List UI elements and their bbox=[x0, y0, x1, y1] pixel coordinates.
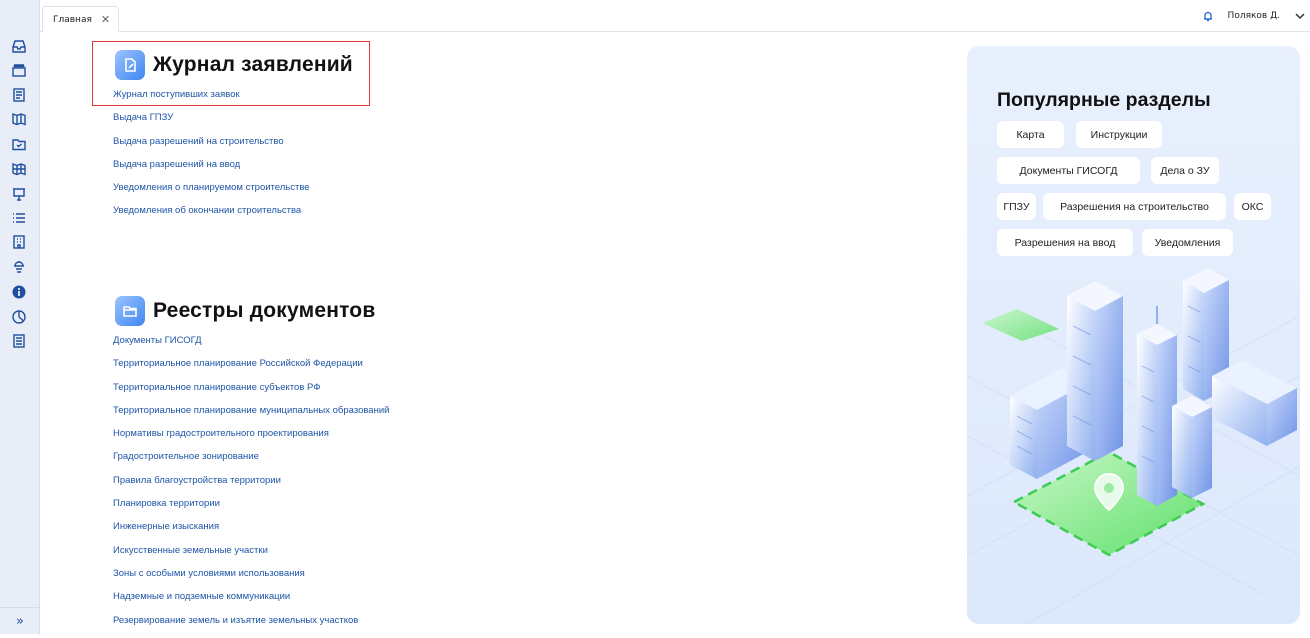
engineering-icon[interactable] bbox=[10, 258, 27, 275]
map-grid-icon[interactable] bbox=[10, 160, 27, 177]
chip-land-cases[interactable]: Дела о ЗУ bbox=[1151, 157, 1219, 184]
registry-link[interactable]: Нормативы градостроительного проектирова… bbox=[113, 428, 389, 451]
sidebar: » bbox=[0, 0, 40, 634]
registry-link[interactable]: Инженерные изыскания bbox=[113, 521, 389, 544]
registry-link[interactable]: Надземные и подземные коммуникации bbox=[113, 591, 389, 614]
presentation-icon[interactable] bbox=[10, 185, 27, 202]
popular-panel: Популярные разделы Карта Инструкции Доку… bbox=[967, 46, 1300, 624]
registry-link[interactable]: Планировка территории bbox=[113, 498, 389, 521]
bell-icon[interactable] bbox=[1202, 10, 1214, 22]
registry-link[interactable]: Документы ГИСОГД bbox=[113, 335, 389, 358]
chip-map[interactable]: Карта bbox=[997, 121, 1064, 148]
popular-title: Популярные разделы bbox=[997, 89, 1211, 111]
registry-link[interactable]: Искусственные земельные участки bbox=[113, 545, 389, 568]
registry-link[interactable]: Территориальное планирование Российской … bbox=[113, 358, 389, 381]
tab-label: Главная bbox=[53, 14, 92, 25]
chip-building-permits[interactable]: Разрешения на строительство bbox=[1043, 193, 1226, 220]
archive-icon[interactable] bbox=[10, 61, 27, 78]
top-bar: Главная ✕ Поляков Д. bbox=[40, 0, 1310, 32]
chip-gpzu[interactable]: ГПЗУ bbox=[997, 193, 1036, 220]
journal-link[interactable]: Выдача разрешений на ввод bbox=[113, 159, 310, 182]
map-icon[interactable] bbox=[10, 110, 27, 127]
chip-oks[interactable]: ОКС bbox=[1234, 193, 1271, 220]
registry-link[interactable]: Зоны с особыми условиями использования bbox=[113, 568, 389, 591]
pie-chart-icon[interactable] bbox=[10, 308, 27, 325]
building-icon[interactable] bbox=[10, 233, 27, 250]
city-illustration bbox=[967, 268, 1300, 624]
user-name[interactable]: Поляков Д. bbox=[1228, 11, 1280, 21]
registry-link[interactable]: Градостроительное зонирование bbox=[113, 451, 389, 474]
registries-title: Реестры документов bbox=[153, 299, 376, 322]
tab-home[interactable]: Главная ✕ bbox=[42, 6, 119, 32]
journal-link[interactable]: Уведомления об окончании строительства bbox=[113, 205, 310, 228]
registries-header: Реестры документов bbox=[115, 296, 375, 326]
chip-commission-permits[interactable]: Разрешения на ввод bbox=[997, 229, 1133, 256]
journal-link[interactable]: Журнал поступивших заявок bbox=[113, 89, 310, 112]
registries-links: Документы ГИСОГД Территориальное планиро… bbox=[113, 335, 389, 638]
close-icon[interactable]: ✕ bbox=[101, 13, 110, 26]
registry-link[interactable]: Правила благоустройства территории bbox=[113, 475, 389, 498]
chip-notifications[interactable]: Уведомления bbox=[1142, 229, 1233, 256]
document-icon[interactable] bbox=[10, 86, 27, 103]
journal-links: Журнал поступивших заявок Выдача ГПЗУ Вы… bbox=[113, 89, 310, 229]
inbox-icon[interactable] bbox=[10, 37, 27, 54]
registry-link[interactable]: Резервирование земель и изъятие земельны… bbox=[113, 615, 389, 638]
chip-instructions[interactable]: Инструкции bbox=[1076, 121, 1162, 148]
user-menu[interactable]: Поляков Д. bbox=[1202, 0, 1310, 32]
chevron-down-icon[interactable] bbox=[1294, 10, 1306, 22]
chip-gisogd-docs[interactable]: Документы ГИСОГД bbox=[997, 157, 1140, 184]
registry-link[interactable]: Территориальное планирование субъектов Р… bbox=[113, 382, 389, 405]
info-icon[interactable] bbox=[10, 283, 27, 300]
journal-link[interactable]: Уведомления о планируемом строительстве bbox=[113, 182, 310, 205]
journal-link[interactable]: Выдача ГПЗУ bbox=[113, 112, 310, 135]
report-icon[interactable] bbox=[10, 332, 27, 349]
expand-sidebar-icon[interactable]: » bbox=[0, 607, 40, 634]
registry-link[interactable]: Территориальное планирование муниципальн… bbox=[113, 405, 389, 428]
journal-link[interactable]: Выдача разрешений на строительство bbox=[113, 136, 310, 159]
folder-check-icon[interactable] bbox=[10, 135, 27, 152]
list-icon[interactable] bbox=[10, 209, 27, 226]
folder-icon bbox=[115, 296, 145, 326]
